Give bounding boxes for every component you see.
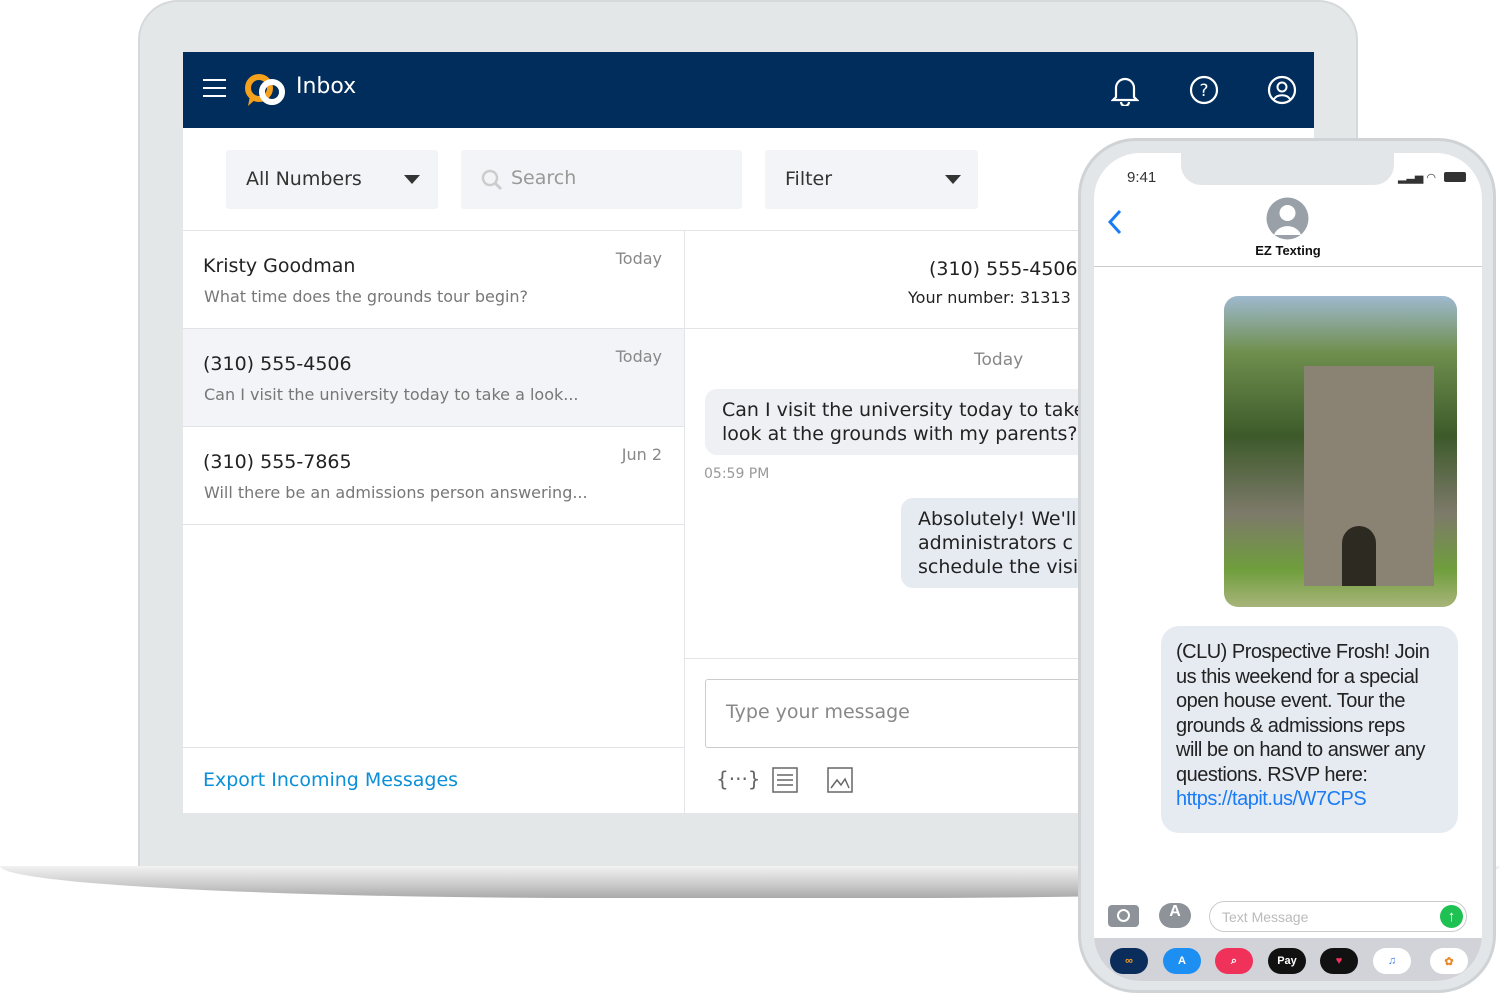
thread-day: Today: [974, 350, 1024, 370]
chevron-down-icon: [404, 175, 420, 184]
chevron-down-icon: [945, 175, 961, 184]
search-placeholder: Search: [511, 167, 577, 189]
ez-texting-app-icon[interactable]: ∞: [1110, 948, 1148, 974]
page-title: Inbox: [296, 74, 357, 99]
music-app-icon[interactable]: ♫: [1373, 948, 1411, 974]
conversation-item[interactable]: (310) 555-7865 Will there be an admissio…: [183, 427, 684, 525]
divider: [183, 747, 684, 748]
search-input[interactable]: Search: [461, 150, 742, 209]
conversation-date: Today: [615, 249, 662, 268]
message-input[interactable]: Type your message: [705, 679, 1125, 748]
conversation-preview: Will there be an admissions person answe…: [204, 483, 588, 502]
conversation-name: Kristy Goodman: [203, 255, 356, 277]
conversation-item-selected[interactable]: (310) 555-4506 Can I visit the universit…: [183, 329, 684, 427]
mms-photo[interactable]: [1224, 296, 1457, 607]
phone-message-bubble: (CLU) Prospective Frosh! Join us this wee…: [1161, 626, 1458, 833]
filter-select[interactable]: Filter: [765, 150, 978, 209]
message-time: 05:59 PM: [704, 466, 770, 482]
status-time: 9:41: [1127, 169, 1157, 186]
search-app-icon[interactable]: ⌕: [1215, 948, 1253, 974]
phone-contact: EZ Texting: [1255, 243, 1321, 258]
filter-select-value: Filter: [785, 168, 833, 190]
avatar: [1266, 197, 1309, 240]
incoming-message: Can I visit the university today to take…: [705, 389, 1125, 455]
camera-icon[interactable]: [1108, 905, 1139, 927]
back-icon[interactable]: [1107, 209, 1123, 235]
message-placeholder: Type your message: [726, 701, 910, 723]
app-store-app-icon[interactable]: A: [1163, 948, 1201, 974]
search-icon: [481, 169, 503, 191]
notch: [1181, 153, 1394, 185]
merge-field-icon[interactable]: {···}: [716, 767, 761, 791]
app-store-icon[interactable]: A: [1159, 903, 1191, 928]
conversation-name: (310) 555-7865: [203, 451, 352, 473]
text-message-placeholder: Text Message: [1222, 909, 1309, 925]
template-icon[interactable]: [772, 767, 798, 793]
photos-app-icon[interactable]: ✿: [1430, 948, 1468, 974]
conversation-name: (310) 555-4506: [203, 353, 352, 375]
account-icon[interactable]: [1267, 75, 1297, 105]
your-number: Your number: 31313: [908, 288, 1071, 307]
conversation-date: Today: [615, 347, 662, 366]
send-icon[interactable]: ↑: [1440, 905, 1463, 928]
numbers-select[interactable]: All Numbers: [226, 150, 438, 209]
conversation-item[interactable]: Kristy Goodman What time does the ground…: [183, 231, 684, 329]
export-link[interactable]: Export Incoming Messages: [203, 769, 458, 791]
app-drawer: ∞ A ⌕ Pay ♥ ♫ ✿: [1094, 938, 1482, 981]
menu-icon[interactable]: [203, 79, 226, 97]
numbers-select-value: All Numbers: [246, 168, 362, 190]
phone-mockup: 9:41 ▂▃▅ ◠ EZ Texting (CLU) Prospective …: [1078, 138, 1496, 993]
help-icon[interactable]: ?: [1189, 75, 1219, 105]
heart-app-icon[interactable]: ♥: [1320, 948, 1358, 974]
svg-text:?: ?: [1199, 81, 1208, 101]
apple-pay-icon[interactable]: Pay: [1268, 948, 1306, 974]
phone-screen: 9:41 ▂▃▅ ◠ EZ Texting (CLU) Prospective …: [1094, 153, 1482, 981]
conversation-date: Jun 2: [621, 445, 662, 464]
conversation-preview: What time does the grounds tour begin?: [204, 287, 529, 306]
image-icon[interactable]: [827, 767, 853, 793]
thread-contact: (310) 555-4506: [929, 258, 1078, 280]
divider: [1094, 266, 1482, 267]
panel-divider: [684, 231, 685, 813]
top-bar: Inbox ?: [183, 52, 1314, 128]
bell-icon[interactable]: [1111, 74, 1139, 106]
rsvp-link[interactable]: https://tapit.us/W7CPS: [1176, 787, 1443, 812]
text-message-input[interactable]: Text Message ↑: [1209, 901, 1467, 932]
signal-icon: ▂▃▅ ◠: [1398, 172, 1437, 184]
logo-icon: [245, 74, 285, 106]
battery-icon: [1444, 172, 1466, 182]
conversation-preview: Can I visit the university today to take…: [204, 385, 579, 404]
